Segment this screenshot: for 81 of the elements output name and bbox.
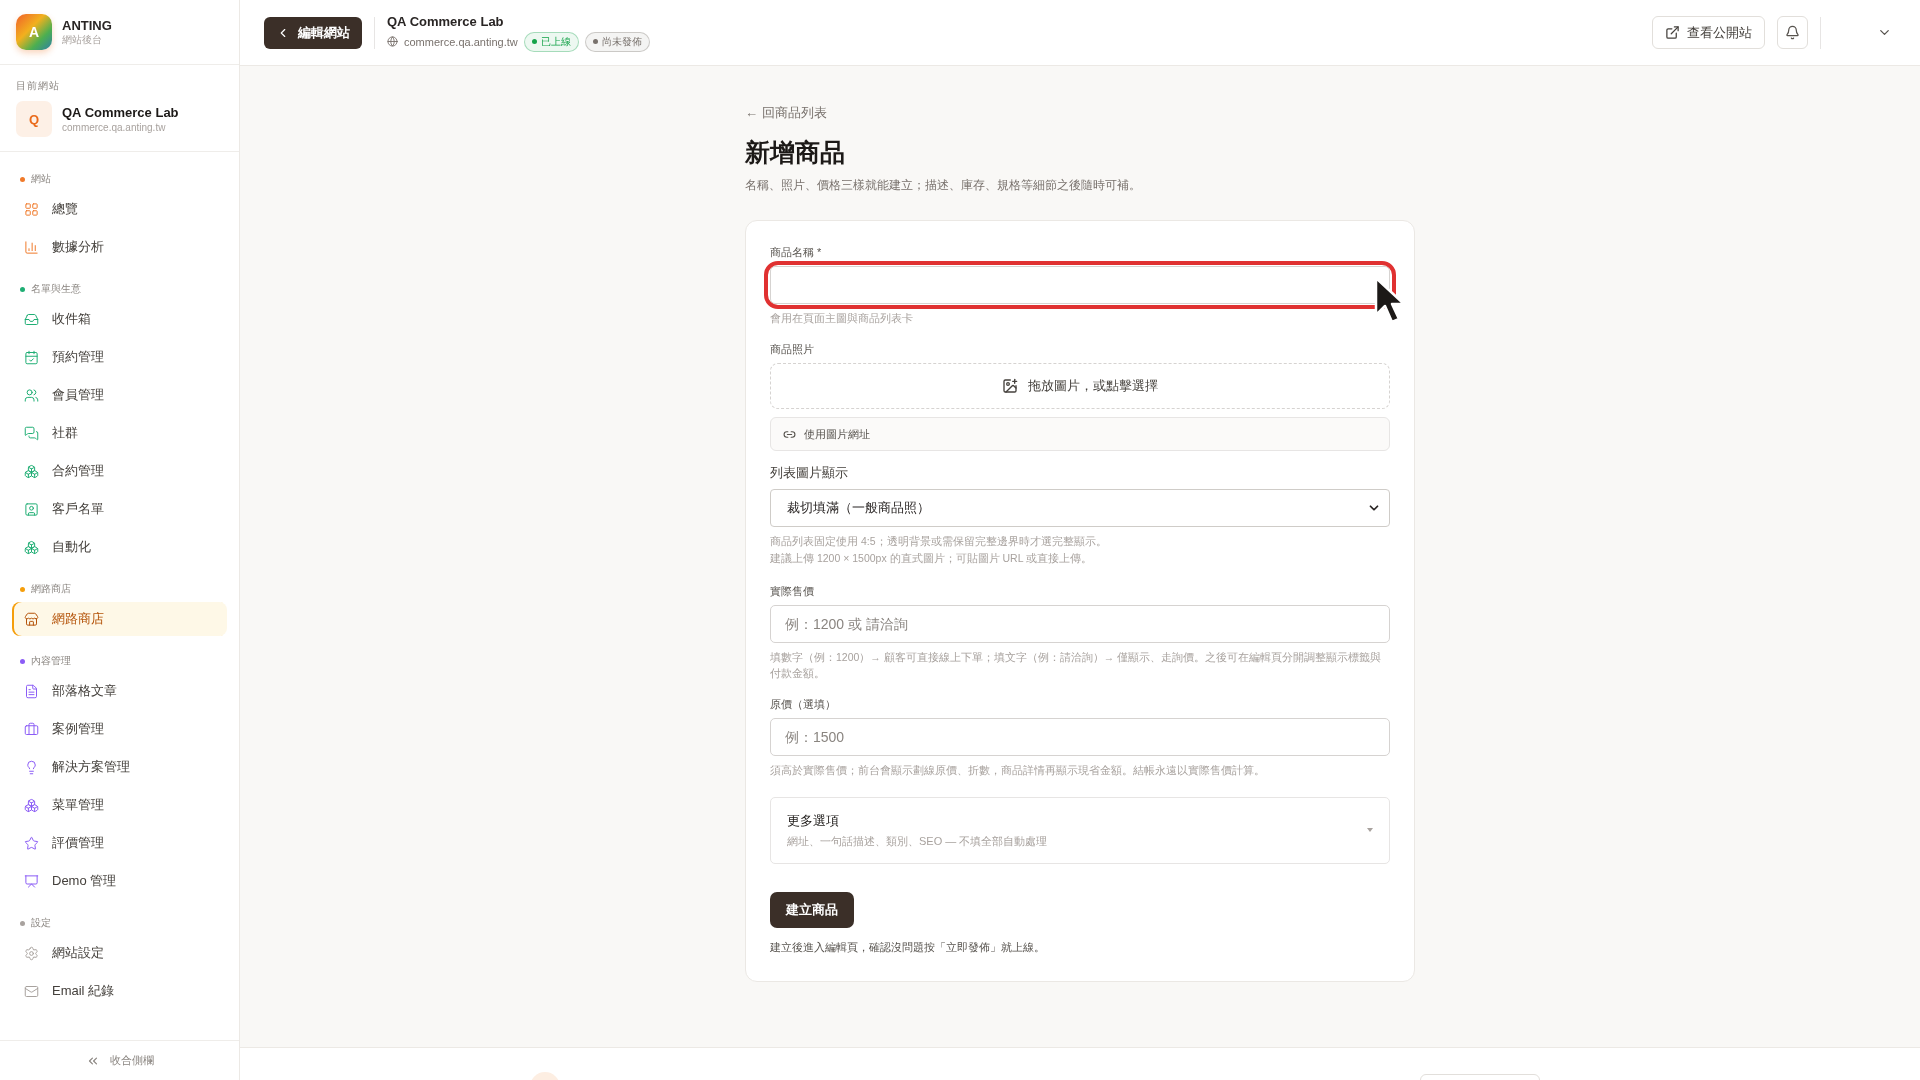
field-label: 商品照片: [770, 342, 815, 358]
more-options-toggle[interactable]: 更多選項 網址、一句話描述、類別、SEO — 不填全部自動處理: [770, 796, 1390, 864]
site-name: QA Commerce Lab: [62, 105, 179, 120]
field-label: 商品名稱 *: [770, 245, 823, 260]
site-domain: commerce.qa.anting.tw: [404, 35, 518, 48]
briefcase-icon: [24, 721, 39, 737]
star-icon: [24, 835, 39, 851]
group-title: 設定: [31, 916, 51, 930]
image-dropzone[interactable]: 拖放圖片，或點擊選擇: [770, 363, 1390, 410]
back-link[interactable]: ← 回商品列表: [745, 104, 1415, 122]
document-icon: [24, 683, 39, 699]
store-icon: [24, 611, 39, 627]
help-text: 須高於實際售價；前台會顯示劃線原價、折數，商品詳情再顯示現省金額。結帳永遠以實際售價計算。: [770, 763, 1266, 779]
price-field[interactable]: 例：1200 或 請洽詢: [770, 604, 1390, 643]
image-plus-icon: [1002, 378, 1018, 395]
presentation-icon: [24, 873, 39, 889]
calendar-check-icon: [24, 349, 39, 365]
sidebar-item[interactable]: 網站設定: [12, 936, 227, 970]
cubes-icon: [24, 463, 39, 479]
field-label: 實際售價: [770, 583, 815, 599]
sidebar-item[interactable]: 解決方案管理: [12, 750, 227, 784]
help-text: 填數字（例：1200）→ 顧客可直接線上下單；填文字（例：請洽詢）→ 僅顯示、走詢價。之後可在編輯頁分開調整顯示標籤與付款金額。: [770, 649, 1383, 682]
inbox-icon: [24, 311, 39, 327]
page-subtitle: 名稱、照片、價格三樣就能建立；描述、庫存、規格等細節之後隨時可補。: [745, 177, 1142, 194]
group-title: 網站: [31, 172, 51, 186]
settings-icon: [24, 945, 39, 961]
sidebar-item[interactable]: 社群: [12, 416, 227, 450]
sidebar-item[interactable]: 客戶名單: [12, 492, 227, 526]
sidebar-item[interactable]: 數據分析: [12, 230, 227, 264]
sidebar-item[interactable]: 總覽: [12, 192, 227, 226]
globe-icon: [387, 36, 398, 47]
sidebar-item[interactable]: 案例管理: [12, 712, 227, 746]
external-link-icon: [1665, 25, 1680, 40]
site-domain: commerce.qa.anting.tw: [62, 122, 167, 133]
chat-icon: [24, 425, 39, 441]
sidebar-item[interactable]: 自動化: [12, 530, 227, 564]
site-title: QA Commerce Lab: [387, 13, 505, 29]
sidebar-item[interactable]: 合約管理: [12, 454, 227, 488]
users-icon: [24, 387, 39, 403]
original-price-field[interactable]: 例：1500: [770, 718, 1390, 757]
bell-icon: [1785, 25, 1800, 40]
create-product-button[interactable]: 建立商品: [770, 891, 854, 928]
notifications-button[interactable]: [1777, 16, 1808, 49]
submit-note: 建立後進入編輯頁，確認沒問題按「立即發佈」就上線。: [770, 939, 1046, 955]
sidebar-item[interactable]: 預約管理: [12, 340, 227, 374]
app-logo: A: [16, 14, 52, 50]
image-url-button[interactable]: 使用圖片網址: [770, 417, 1390, 452]
status-badge: 已上線: [523, 31, 579, 52]
back-button[interactable]: 編輯網站: [264, 16, 362, 49]
group-title: 內容管理: [31, 654, 71, 668]
brand-name: ANTING: [62, 17, 112, 33]
sidebar-item[interactable]: 收件箱: [12, 302, 227, 336]
brand-subtitle: 網站後台: [62, 32, 103, 47]
sidebar-item[interactable]: 部落格文章: [12, 674, 227, 708]
contact-icon: [24, 501, 39, 517]
cubes-icon: [24, 539, 39, 555]
page-title: 新增商品: [745, 137, 846, 168]
section-label: 目前網站: [16, 79, 61, 93]
caret-icon: [1367, 828, 1373, 833]
site-avatar: Q: [16, 101, 52, 137]
sidebar-item[interactable]: 網路商店: [12, 602, 227, 636]
sidebar-item[interactable]: 菜單管理: [12, 788, 227, 822]
lightbulb-icon: [24, 759, 39, 775]
help-text: 商品列表固定使用 4:5；透明背景或需保留完整邊界時才選完整顯示。: [770, 534, 1108, 550]
sidebar-item[interactable]: Demo 管理: [12, 864, 227, 898]
grid-icon: [24, 201, 39, 217]
field-label: 原價（選填）: [770, 697, 837, 713]
sidebar-item[interactable]: Email 紀錄: [12, 974, 227, 1008]
bar-chart-icon: [24, 239, 39, 255]
group-title: 名單與生意: [31, 282, 81, 296]
mail-icon: [24, 983, 39, 999]
view-site-button[interactable]: 查看公開站: [1652, 16, 1765, 49]
image-display-select[interactable]: 裁切填滿（一般商品照）: [770, 489, 1390, 528]
help-text: 建議上傳 1200 × 1500px 的直式圖片；可貼圖片 URL 或直接上傳。: [770, 550, 1094, 566]
group-title: 網路商店: [31, 582, 71, 596]
help-text: 會用在頁面主圖與商品列表卡: [770, 311, 914, 326]
sidebar-item[interactable]: 會員管理: [12, 378, 227, 412]
sidebar-item[interactable]: 評價管理: [12, 826, 227, 860]
status-badge: 尚未發佈: [584, 31, 650, 52]
field-label: 列表圖片顯示: [770, 465, 849, 483]
cubes-icon: [24, 797, 39, 813]
